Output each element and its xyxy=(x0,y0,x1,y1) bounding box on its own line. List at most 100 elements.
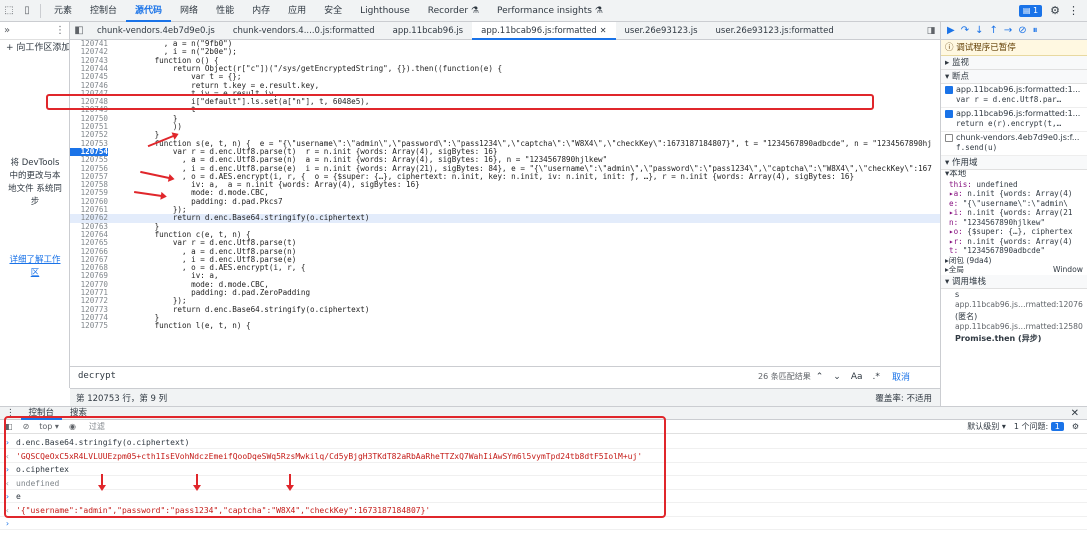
scope-variable[interactable]: ▸o: {$super: {…}, ciphertex xyxy=(941,227,1087,237)
file-tab[interactable]: app.11bcab96.js:formatted ✕ xyxy=(472,21,616,40)
topbar-right: ▤ 1 ⚙ ⋮ xyxy=(1018,4,1087,17)
previous-match-button[interactable]: ⌃ xyxy=(811,372,829,382)
variable-value: "{\"username\":\"admin\ xyxy=(958,198,1068,208)
device-toolbar-icon[interactable]: ▯ xyxy=(18,0,36,22)
panel-tab[interactable]: Recorder ⚗ xyxy=(419,0,488,22)
toggle-navigator-icon[interactable]: ◧ xyxy=(70,25,88,36)
scope-variable[interactable]: e: "{\"username\":\"admin\ xyxy=(941,199,1087,209)
closure-scope[interactable]: ▸闭包 (9da4) xyxy=(941,256,1087,266)
code-line: 120762 return d.enc.Base64.stringify(o.c… xyxy=(70,213,940,223)
close-tab-icon[interactable]: ✕ xyxy=(600,26,607,35)
watch-section[interactable]: ▸ 监视 xyxy=(941,56,1087,70)
breakpoint-item[interactable]: app.11bcab96.js:formatted:1... var r = d.… xyxy=(941,84,1087,108)
file-tab[interactable]: user.26e93123.js xyxy=(616,22,707,40)
panel-tab[interactable]: 源代码 xyxy=(126,0,172,22)
variable-value: n.init {words: Array(4) xyxy=(962,236,1073,246)
breakpoints-label: 断点 xyxy=(951,72,969,82)
regex-button[interactable]: .* xyxy=(868,372,885,382)
line-text: function l(e, t, n) { xyxy=(118,321,251,331)
variable-value: "1234567890hjlkew" xyxy=(958,217,1046,227)
breakpoints-section[interactable]: ▾ 断点 xyxy=(941,70,1087,84)
toggle-debugger-icon[interactable]: ◨ xyxy=(922,26,940,36)
step-out-icon[interactable]: ↑ xyxy=(989,25,997,36)
breakpoint-item[interactable]: app.11bcab96.js:formatted:1... return e(r… xyxy=(941,108,1087,132)
local-scope-header[interactable]: ▾本地 xyxy=(941,170,1087,180)
scope-variable[interactable]: ▸i: n.init {words: Array(21 xyxy=(941,208,1087,218)
file-tab-label: user.26e93123.js xyxy=(624,25,698,36)
cancel-search-button[interactable]: 取消 xyxy=(892,370,910,383)
issues-count-badge: 1 xyxy=(1050,421,1064,431)
file-tab-label: chunk-vendors.4....0.js:formatted xyxy=(232,25,375,36)
scope-variable[interactable]: n: "1234567890hjlkew" xyxy=(941,218,1087,228)
editor-status-bar: 第 120753 行，第 9 列 覆盖率: 不适用 xyxy=(70,388,940,406)
input-prompt-icon: › xyxy=(5,519,10,528)
scope-variable[interactable]: this: undefined xyxy=(941,180,1087,190)
source-editor: ◧ chunk-vendors.4eb7d9e0.js chunk-vendors… xyxy=(70,21,940,388)
console-input-row[interactable]: › xyxy=(0,517,1087,530)
scope-variable[interactable]: t: "1234567890adbcde" xyxy=(941,246,1087,256)
scope-label: 作用域 xyxy=(951,158,978,168)
code-line: 120750 } xyxy=(70,114,940,123)
step-over-icon[interactable]: ↷ xyxy=(961,25,969,36)
panel-tab[interactable]: 安全 xyxy=(315,0,351,22)
more-menu-icon[interactable]: ⋮ xyxy=(1068,4,1079,17)
panel-tab[interactable]: 控制台 xyxy=(81,0,126,22)
console-settings-gear-icon[interactable]: ⚙ xyxy=(1072,422,1079,431)
file-tab[interactable]: user.26e93123.js:formatted xyxy=(707,22,843,40)
line-number[interactable]: 120775 xyxy=(70,321,108,330)
paused-text: 调试程序已暂停 xyxy=(956,43,1016,53)
file-tab[interactable]: app.11bcab96.js xyxy=(384,22,473,40)
search-bar: decrypt 26 条匹配结果 ⌃ ⌄ Aa .* 取消 xyxy=(70,366,940,386)
issues-badge[interactable]: ▤ 1 xyxy=(1018,4,1043,17)
breakpoint-checkbox[interactable] xyxy=(945,133,953,142)
panel-tab[interactable]: 内存 xyxy=(243,0,279,22)
scope-variable[interactable]: ▸a: n.init {words: Array(4) xyxy=(941,189,1087,199)
learn-more-link[interactable]: 详细了解工作区 xyxy=(6,254,64,280)
next-match-button[interactable]: ⌄ xyxy=(828,372,846,382)
global-value: Window xyxy=(1053,265,1083,274)
breakpoint-file: chunk-vendors.4eb7d9e0.js:f... xyxy=(956,133,1080,142)
pause-on-exceptions-icon[interactable]: ⏸ xyxy=(1033,25,1038,36)
callstack-frame[interactable]: s app.11bcab96.js…rmatted:12076 xyxy=(941,289,1087,311)
callstack-frame[interactable]: Promise.then (异步) xyxy=(941,333,1087,345)
breakpoint-checkbox[interactable] xyxy=(945,85,953,94)
cursor-position: 第 120753 行，第 9 列 xyxy=(76,393,168,404)
global-scope[interactable]: ▸全局 Window xyxy=(941,265,1087,275)
panel-tab[interactable]: 性能 xyxy=(207,0,243,22)
scope-section[interactable]: ▾ 作用域 xyxy=(941,156,1087,170)
code-area[interactable]: 120741 , a = n("9fb0") 120742 , i = n("2b… xyxy=(70,40,940,366)
file-tab[interactable]: chunk-vendors.4....0.js:formatted xyxy=(224,22,384,40)
callstack-section[interactable]: ▾ 调用堆栈 xyxy=(941,274,1087,289)
match-count: 26 条匹配结果 xyxy=(758,372,811,381)
resume-icon[interactable]: ▶ xyxy=(947,25,955,36)
file-tab-label: chunk-vendors.4eb7d9e0.js xyxy=(97,25,215,36)
breakpoint-item[interactable]: chunk-vendors.4eb7d9e0.js:f... f.send(u) xyxy=(941,132,1087,156)
log-levels-dropdown[interactable]: 默认级别 ▾ xyxy=(967,421,1006,432)
deactivate-breakpoints-icon[interactable]: ⊘ xyxy=(1018,25,1026,36)
navigator-pane: » ⋮ + 向工作区添加 将 DevTools 中的更改与本地文件 系统同步 详… xyxy=(0,22,70,388)
issues-count: 1 xyxy=(1033,5,1039,15)
code-line: 120773 return d.enc.Base64.stringify(o.c… xyxy=(70,305,940,314)
scope-variable[interactable]: ▸r: n.init {words: Array(4) xyxy=(941,237,1087,247)
panel-tab[interactable]: 网络 xyxy=(171,0,207,22)
file-tab[interactable]: chunk-vendors.4eb7d9e0.js xyxy=(88,22,224,40)
settings-gear-icon[interactable]: ⚙ xyxy=(1050,4,1060,17)
inspect-icon[interactable]: ⬚ xyxy=(0,0,18,22)
panel-tab[interactable]: Performance insights ⚗ xyxy=(488,0,612,22)
panel-tab[interactable]: 元素 xyxy=(45,0,81,22)
navigator-menu-icon[interactable]: ⋮ xyxy=(55,25,65,36)
step-icon[interactable]: → xyxy=(1004,25,1012,36)
annotation-box-code xyxy=(46,94,874,110)
breakpoint-checkbox[interactable] xyxy=(945,109,953,118)
code-line: 120760 padding: d.pad.Pkcs7 xyxy=(70,197,940,206)
panel-tab[interactable]: Lighthouse xyxy=(351,0,419,22)
panel-tab[interactable]: 应用 xyxy=(279,0,315,22)
match-case-button[interactable]: Aa xyxy=(846,372,868,382)
callstack-frame[interactable]: (匿名) app.11bcab96.js…rmatted:12580 xyxy=(941,311,1087,333)
more-tabs-icon[interactable]: » xyxy=(4,25,10,36)
add-workspace-button[interactable]: + 向工作区添加 xyxy=(0,40,69,56)
search-input[interactable]: decrypt xyxy=(74,369,754,384)
step-into-icon[interactable]: ↓ xyxy=(975,25,983,36)
issues-button[interactable]: 1 个问题: 1 xyxy=(1014,421,1064,433)
close-drawer-icon[interactable]: ✕ xyxy=(1071,408,1087,419)
